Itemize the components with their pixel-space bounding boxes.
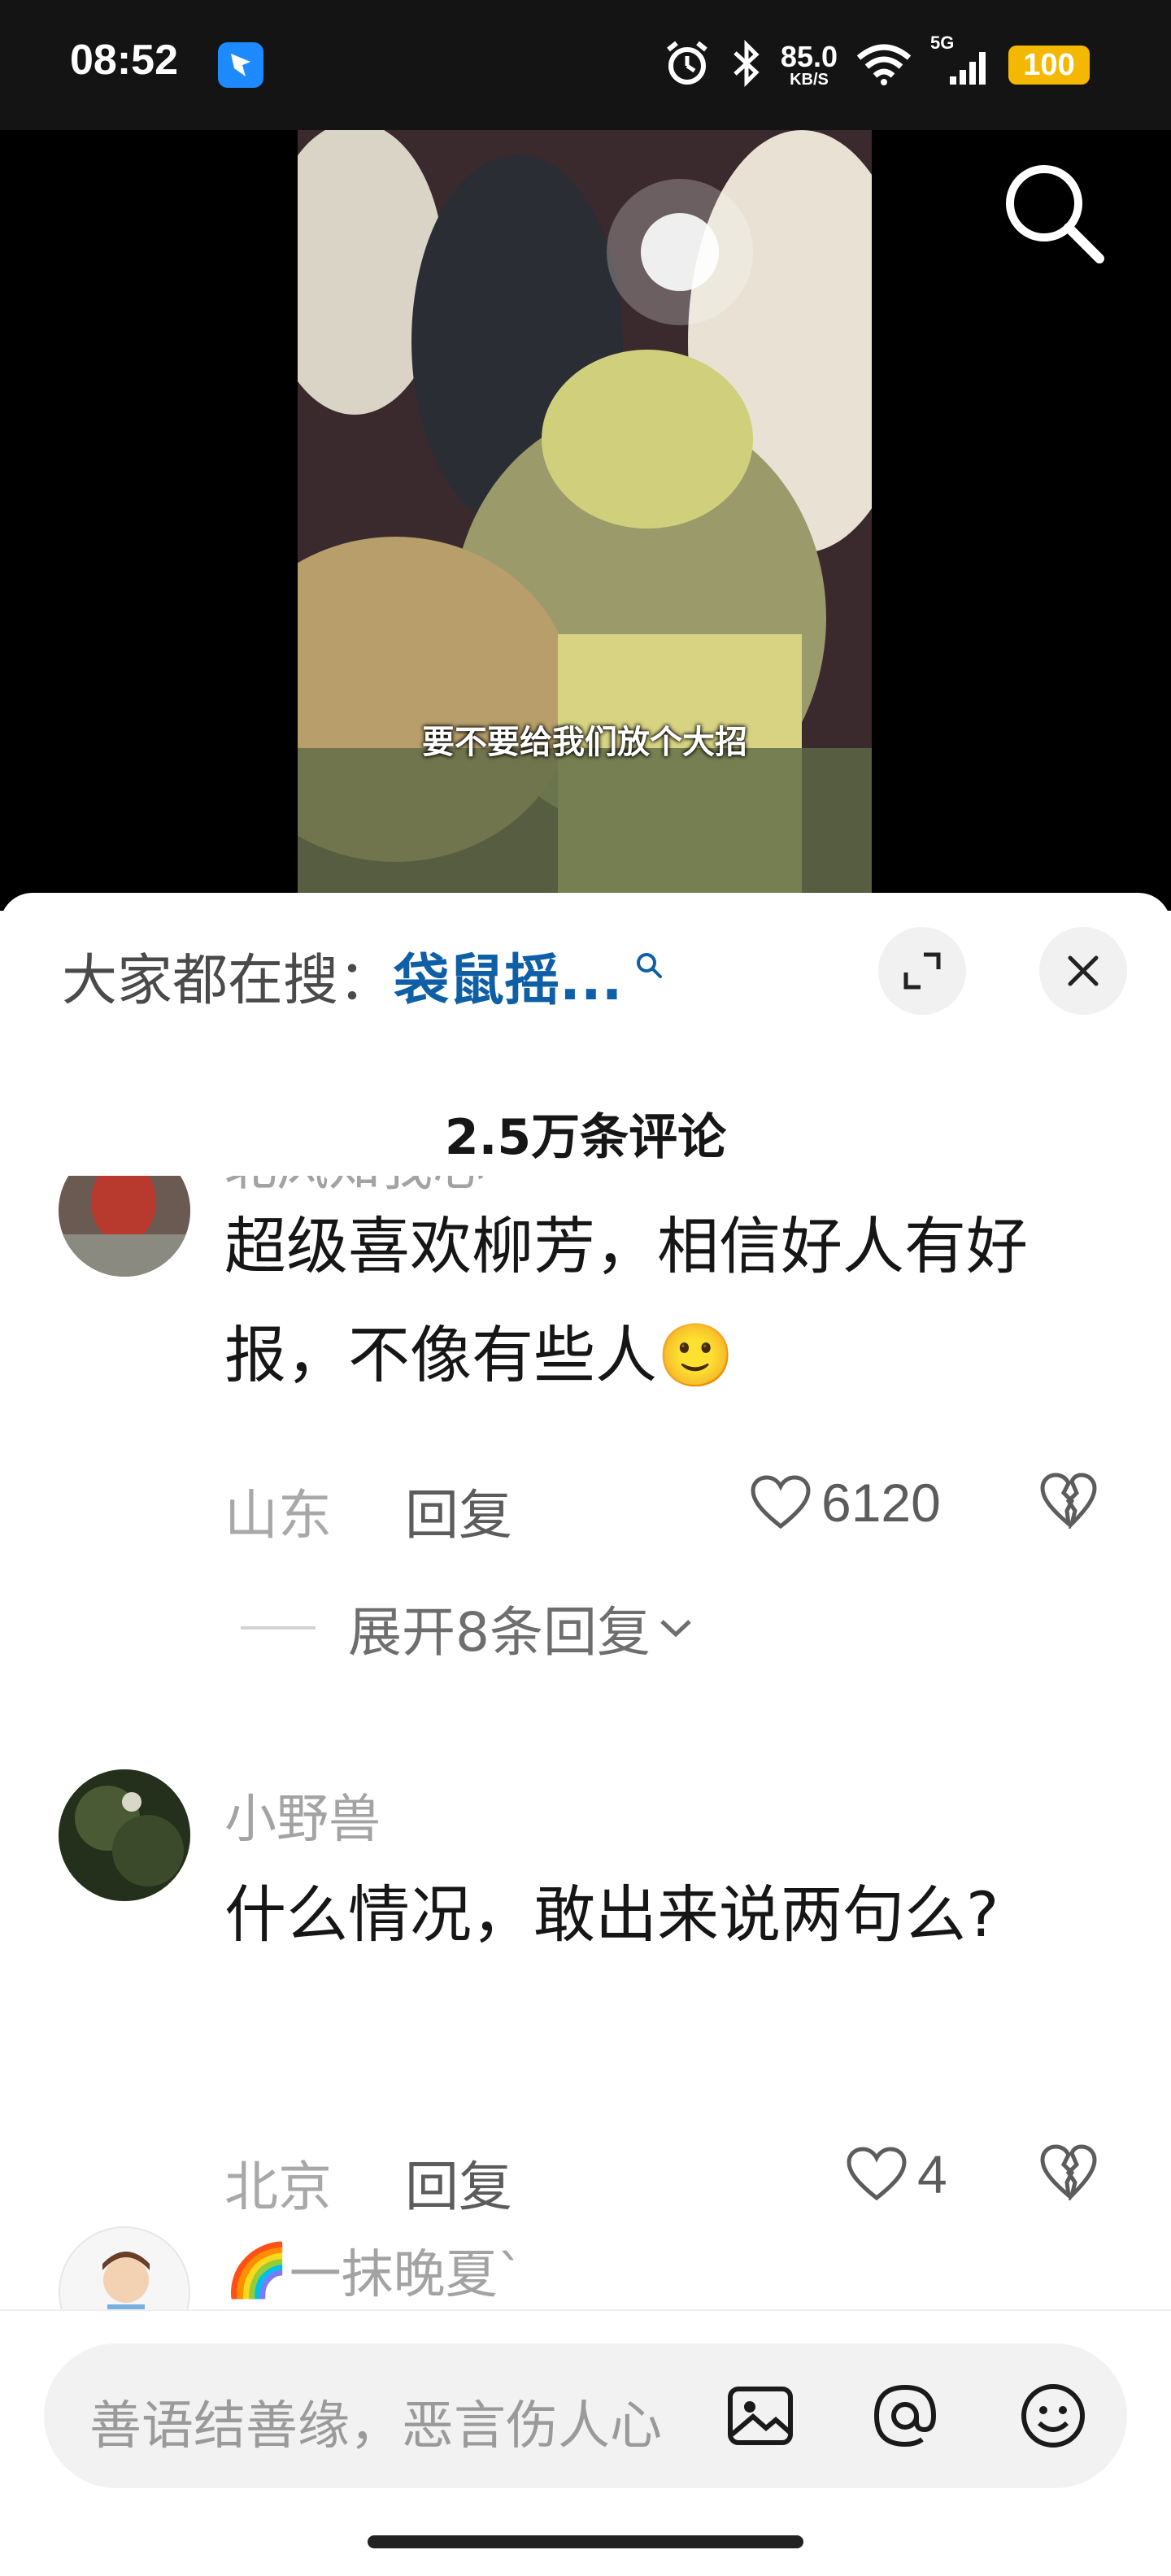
comment-input-placeholder: 善语结善缘，恶言伤人心: [89, 2396, 662, 2456]
comment-location: 北京: [224, 2156, 332, 2218]
network-type: 5G: [930, 33, 955, 53]
comment-text-content: 超级喜欢柳芳，相信好人有好报，不像有些人: [224, 1210, 1028, 1391]
reply-button[interactable]: 回复: [405, 1472, 512, 1550]
heart-icon: [847, 2147, 907, 2201]
dislike-button[interactable]: [1039, 1472, 1098, 1532]
network-speed: 85.0 KB/S: [780, 40, 838, 89]
broken-heart-icon: [1040, 1473, 1097, 1531]
dislike-button[interactable]: [1039, 2143, 1098, 2204]
close-sheet-button[interactable]: [1039, 927, 1127, 1015]
avatar[interactable]: [59, 1176, 190, 1277]
app-notification-icon: [218, 42, 263, 88]
video-scene: [298, 130, 872, 911]
like-count: 4: [917, 2144, 947, 2204]
trending-search-prefix: 大家都在搜：: [62, 949, 394, 1013]
image-icon: [728, 2387, 793, 2445]
trending-search[interactable]: 大家都在搜： 袋鼠摇...: [62, 935, 664, 1016]
like-count: 6120: [821, 1473, 941, 1533]
comment-location: 山东: [224, 1484, 332, 1547]
heart-icon: [751, 1475, 811, 1530]
expand-replies-button[interactable]: 展开8条回复: [241, 1589, 696, 1667]
cellular-signal-icon: 5G: [930, 33, 990, 89]
search-icon: [1006, 165, 1104, 263]
comment-text: 超级喜欢柳芳，相信好人有好报，不像有些人🙂: [224, 1192, 1086, 1410]
battery-indicator: 100: [1008, 46, 1090, 85]
expand-icon: [903, 952, 941, 990]
sheet-header: 大家都在搜： 袋鼠摇...: [0, 893, 1171, 1055]
emoji-picker-button[interactable]: [1016, 2379, 1090, 2452]
video-player[interactable]: 要不要给我们放个大招: [0, 130, 1171, 911]
chevron-down-icon: [660, 1620, 691, 1638]
video-frame[interactable]: 要不要给我们放个大招: [298, 130, 872, 911]
status-indicators: 85.0 KB/S 5G 100: [662, 33, 1090, 94]
wifi-icon: [855, 41, 912, 89]
network-speed-value: 85.0: [780, 40, 838, 73]
avatar[interactable]: [59, 2226, 190, 2322]
comment-count: 2.5万条评论: [444, 1109, 727, 1166]
home-indicator[interactable]: [368, 2535, 803, 2548]
alarm-icon: [662, 38, 712, 92]
close-icon: [1068, 955, 1099, 986]
status-time: 08:52: [70, 37, 178, 84]
trending-search-term[interactable]: 袋鼠摇...: [394, 935, 623, 1016]
network-speed-unit: KB/S: [790, 71, 829, 89]
like-button[interactable]: 6120: [750, 1472, 941, 1534]
comment-username[interactable]: 小野兽: [224, 1778, 381, 1852]
status-bar: 08:52 85.0 KB/S 5G 100: [0, 0, 1171, 130]
comment-username[interactable]: 🌈 一抹晚夏`: [224, 2233, 524, 2308]
at-icon: [873, 2384, 937, 2448]
video-subtitle: 要不要给我们放个大招: [422, 724, 747, 761]
avatar[interactable]: [59, 1769, 190, 1901]
bluetooth-icon: [730, 38, 763, 92]
divider-line: [241, 1626, 316, 1630]
video-search-button[interactable]: [997, 156, 1111, 270]
comment-input[interactable]: 善语结善缘，恶言伤人心: [44, 2343, 1127, 2488]
comment-text: 什么情况，敢出来说两句么?: [224, 1878, 999, 1951]
mention-button[interactable]: [868, 2379, 942, 2452]
expand-sheet-button[interactable]: [878, 927, 966, 1015]
comment-username-text: 一抹晚夏`: [289, 2245, 524, 2305]
expand-replies-label: 展开8条回复: [348, 1601, 651, 1664]
search-icon: [634, 929, 664, 994]
image-picker-button[interactable]: [724, 2379, 797, 2452]
rainbow-emoji-icon: 🌈: [224, 2240, 289, 2301]
broken-heart-icon: [1040, 2144, 1097, 2203]
comment-list[interactable]: 北风知我心 超级喜欢柳芳，相信好人有好报，不像有些人🙂 山东 回复 6120: [0, 1176, 1171, 2322]
like-button[interactable]: 4: [846, 2143, 947, 2205]
reply-button[interactable]: 回复: [405, 2143, 512, 2221]
smiley-icon: [1021, 2384, 1085, 2448]
smiley-emoji-icon: 🙂: [657, 1319, 734, 1391]
